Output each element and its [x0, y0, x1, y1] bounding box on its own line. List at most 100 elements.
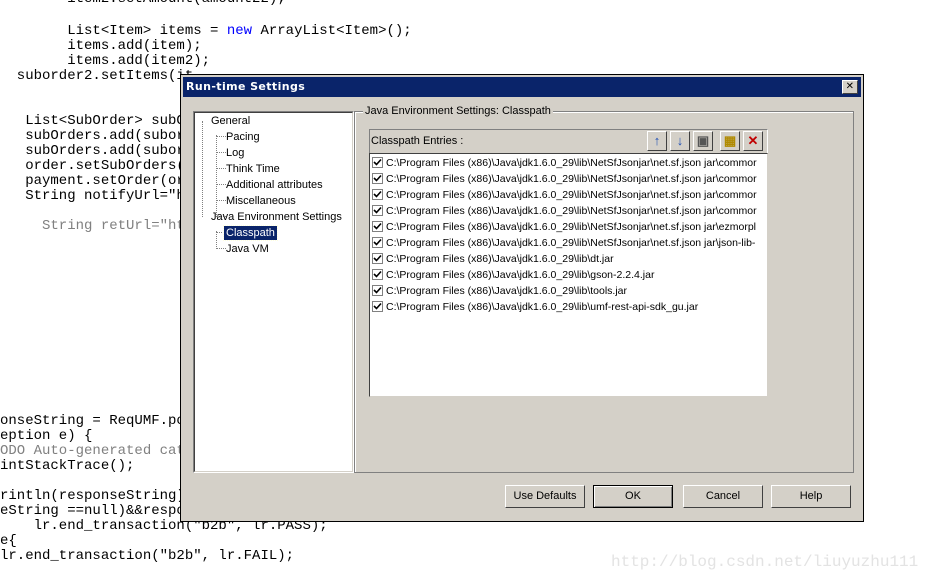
code-line: pay	[0, 234, 210, 249]
code-text: intStackTrace();	[0, 458, 135, 474]
classpath-entry-checkbox[interactable]	[372, 205, 383, 216]
code-line: ODO Auto-generated catc	[0, 444, 193, 459]
classpath-entry-path: C:\Program Files (x86)\Java\jdk1.6.0_29\…	[386, 157, 757, 169]
classpath-entry-path: C:\Program Files (x86)\Java\jdk1.6.0_29\…	[386, 205, 757, 217]
tree-connector-line	[216, 231, 217, 249]
code-line: ri	[0, 279, 210, 294]
classpath-entry-checkbox[interactable]	[372, 285, 383, 296]
code-text: item2.setAmount(amount22);	[0, 0, 285, 7]
code-line: List<SubOrder> subOr	[0, 114, 193, 129]
code-line: ri	[0, 309, 210, 324]
classpath-entry-checkbox[interactable]	[372, 301, 383, 312]
code-text: onseString = ReqUMF.pos	[0, 413, 194, 429]
tree-item-classpath[interactable]: Classpath	[223, 225, 278, 241]
code-line: onseString = ReqUMF.pos	[0, 414, 193, 429]
classpath-entry-path: C:\Program Files (x86)\Java\jdk1.6.0_29\…	[386, 237, 756, 249]
checkmark-icon	[373, 270, 382, 278]
tree-item-think-time[interactable]: Think Time	[224, 162, 282, 176]
delete-icon: ✕	[747, 133, 759, 148]
help-button[interactable]: Help	[771, 485, 851, 508]
move-up-button[interactable]: ↑	[647, 131, 667, 151]
delete-entry-button[interactable]: ✕	[743, 131, 763, 151]
settings-tree[interactable]: General Pacing Log Think Time Additional…	[193, 111, 354, 473]
code-text: ODO Auto-generated catc	[0, 443, 194, 459]
code-text: pay	[0, 203, 211, 219]
code-line: pay	[0, 204, 210, 219]
code-text: items.add(item2);	[0, 53, 211, 69]
code-text: Ri	[0, 263, 211, 279]
use-defaults-button[interactable]: Use Defaults	[505, 485, 585, 508]
arrow-down-icon: ↓	[676, 133, 684, 148]
tree-item-additional-attributes[interactable]: Additional attributes	[224, 178, 325, 192]
settings-tree-inner: General Pacing Log Think Time Additional…	[194, 112, 353, 472]
code-text: ri	[0, 323, 211, 339]
code-text: order.setSubOrders(s	[0, 158, 194, 174]
code-text: ri	[0, 293, 211, 309]
classpath-entry-checkbox[interactable]	[372, 173, 383, 184]
classpath-entry-checkbox[interactable]	[372, 157, 383, 168]
code-line: eString ==null)&&respon	[0, 504, 193, 519]
classpath-entry-checkbox[interactable]	[372, 189, 383, 200]
code-text: eString ==null)&&respon	[0, 503, 194, 519]
code-line: eption e) {	[0, 429, 92, 444]
code-text: rintln(responseString);	[0, 488, 194, 504]
code-line: subOrders.add(subord	[0, 144, 193, 159]
watermark: http://blog.csdn.net/liuyuzhu111	[611, 553, 919, 571]
code-line: subOrders.add(subord	[0, 129, 193, 144]
classpath-entry-path: C:\Program Files (x86)\Java\jdk1.6.0_29\…	[386, 189, 757, 201]
checkmark-icon	[373, 222, 382, 230]
groupbox-title: Java Environment Settings: Classpath	[363, 105, 553, 117]
cancel-button[interactable]: Cancel	[683, 485, 763, 508]
arrow-up-icon: ↑	[653, 133, 661, 148]
tree-item-miscellaneous[interactable]: Miscellaneous	[224, 194, 298, 208]
add-folder-button[interactable]: ▦	[720, 131, 740, 151]
checkmark-icon	[373, 286, 382, 294]
checkmark-icon	[373, 302, 382, 310]
add-files-button[interactable]: ▣	[693, 131, 713, 151]
tree-item-pacing[interactable]: Pacing	[224, 130, 262, 144]
classpath-entry-checkbox[interactable]	[372, 221, 383, 232]
classpath-entry-path: C:\Program Files (x86)\Java\jdk1.6.0_29\…	[386, 221, 756, 233]
code-line: List<Item> items = new ArrayList<Item>()…	[0, 24, 412, 39]
checkmark-icon	[373, 190, 382, 198]
close-button[interactable]: ✕	[842, 80, 858, 94]
code-line: item2.setAmount(amount22);	[0, 0, 285, 7]
dialog-titlebar[interactable]: Run-time Settings ✕	[183, 77, 861, 97]
classpath-entry-checkbox[interactable]	[372, 237, 383, 248]
classpath-entry-checkbox[interactable]	[372, 269, 383, 280]
code-line: String retUrl="htt	[0, 219, 193, 234]
dialog-title: Run-time Settings	[186, 80, 306, 93]
code-text: ri	[0, 278, 211, 294]
classpath-entries-list[interactable]: C:\Program Files (x86)\Java\jdk1.6.0_29\…	[369, 153, 768, 397]
code-text: subOrders.add(subord	[0, 128, 194, 144]
code-line: lr.end_transaction("b2b", lr.FAIL);	[0, 549, 294, 564]
checkmark-icon	[373, 238, 382, 246]
code-line: ri	[0, 324, 210, 339]
code-line: items.add(item2);	[0, 54, 210, 69]
tree-item-java-vm[interactable]: Java VM	[224, 242, 271, 256]
tree-connector-line	[216, 135, 217, 217]
checkmark-icon	[373, 206, 382, 214]
checkmark-icon	[373, 174, 382, 182]
classpath-entry-path: C:\Program Files (x86)\Java\jdk1.6.0_29\…	[386, 301, 699, 313]
move-down-button[interactable]: ↓	[670, 131, 690, 151]
code-line: payment.setOrder(ord	[0, 174, 193, 189]
code-text: List<SubOrder> subOr	[0, 113, 194, 129]
classpath-entry-path: C:\Program Files (x86)\Java\jdk1.6.0_29\…	[386, 285, 628, 297]
tree-item-log[interactable]: Log	[224, 146, 246, 160]
code-line: items.add(item);	[0, 39, 201, 54]
code-line: rintln(responseString);	[0, 489, 193, 504]
classpath-entry-checkbox[interactable]	[372, 253, 383, 264]
browse-folder-icon: ▦	[723, 133, 737, 148]
code-line: order.setSubOrders(s	[0, 159, 193, 174]
code-text: lr.end_transaction("b2b", lr.FAIL);	[0, 548, 295, 564]
code-line: suborder2.setItems(it	[0, 69, 193, 84]
code-text: String notifyUrl="ht	[0, 188, 194, 204]
code-text: subOrders.add(subord	[0, 143, 194, 159]
code-text: String retUrl="htt	[0, 218, 194, 234]
browse-files-icon: ▣	[696, 133, 710, 148]
code-line: intStackTrace();	[0, 459, 134, 474]
ok-button[interactable]: OK	[593, 485, 673, 508]
tree-item-java-environment-settings[interactable]: Java Environment Settings	[209, 210, 344, 224]
tree-item-general[interactable]: General	[209, 114, 252, 128]
